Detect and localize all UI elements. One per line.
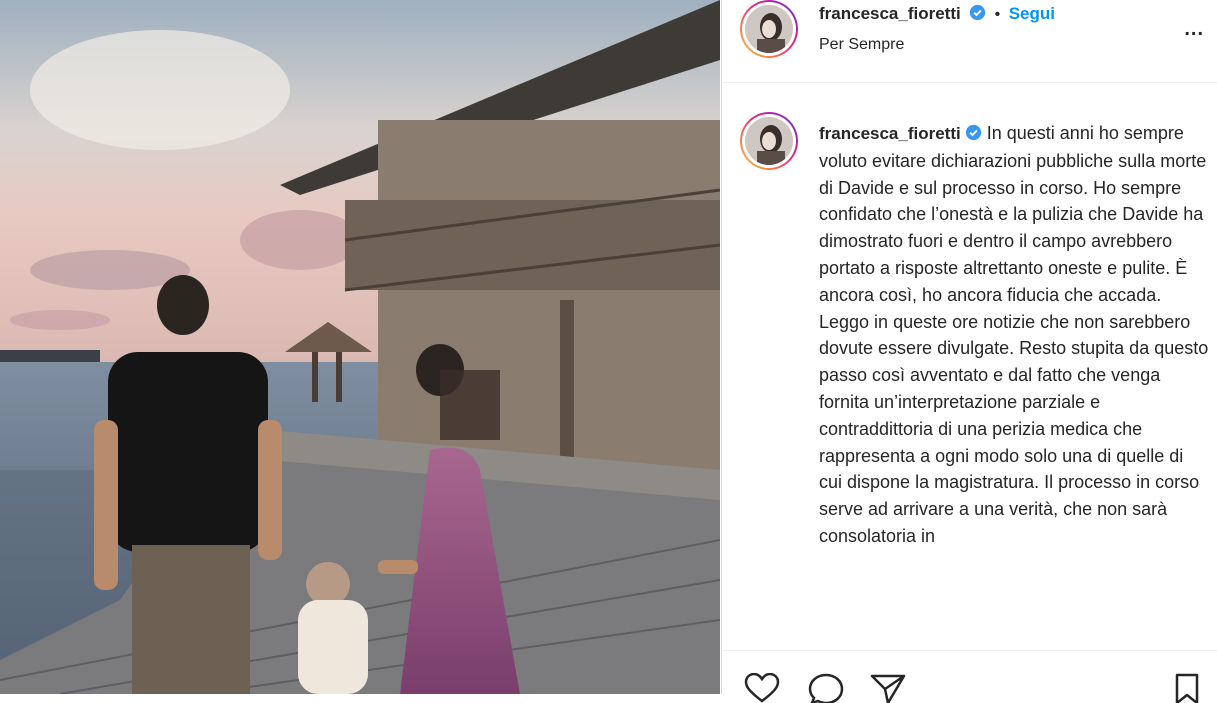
caption-username[interactable]: francesca_fioretti: [819, 124, 961, 143]
bookmark-icon[interactable]: [1174, 673, 1200, 703]
heart-icon[interactable]: [744, 673, 780, 703]
caption: francesca_fioretti In questi anni ho sem…: [819, 120, 1209, 550]
post-username[interactable]: francesca_fioretti: [819, 4, 961, 23]
post-photo[interactable]: [0, 0, 720, 694]
follow-button[interactable]: Segui: [1009, 4, 1055, 23]
verified-badge-icon: [970, 4, 986, 21]
post-header: francesca_fioretti • Segui Per Sempre ..…: [722, 0, 1217, 83]
photo-illustration: [0, 0, 720, 694]
share-icon[interactable]: [870, 673, 906, 703]
post-side-panel: francesca_fioretti • Segui Per Sempre ..…: [721, 0, 1217, 703]
post-location[interactable]: Per Sempre: [819, 36, 904, 54]
post-actions: [722, 650, 1217, 703]
avatar[interactable]: [740, 0, 798, 58]
caption-text: In questi anni ho sempre voluto evitare …: [819, 123, 1209, 546]
separator-dot: •: [994, 6, 1001, 23]
caption-verified-badge-icon: [965, 124, 981, 141]
comment-icon[interactable]: [808, 673, 844, 703]
more-options-button[interactable]: ...: [1184, 18, 1204, 41]
caption-avatar[interactable]: [740, 112, 798, 170]
